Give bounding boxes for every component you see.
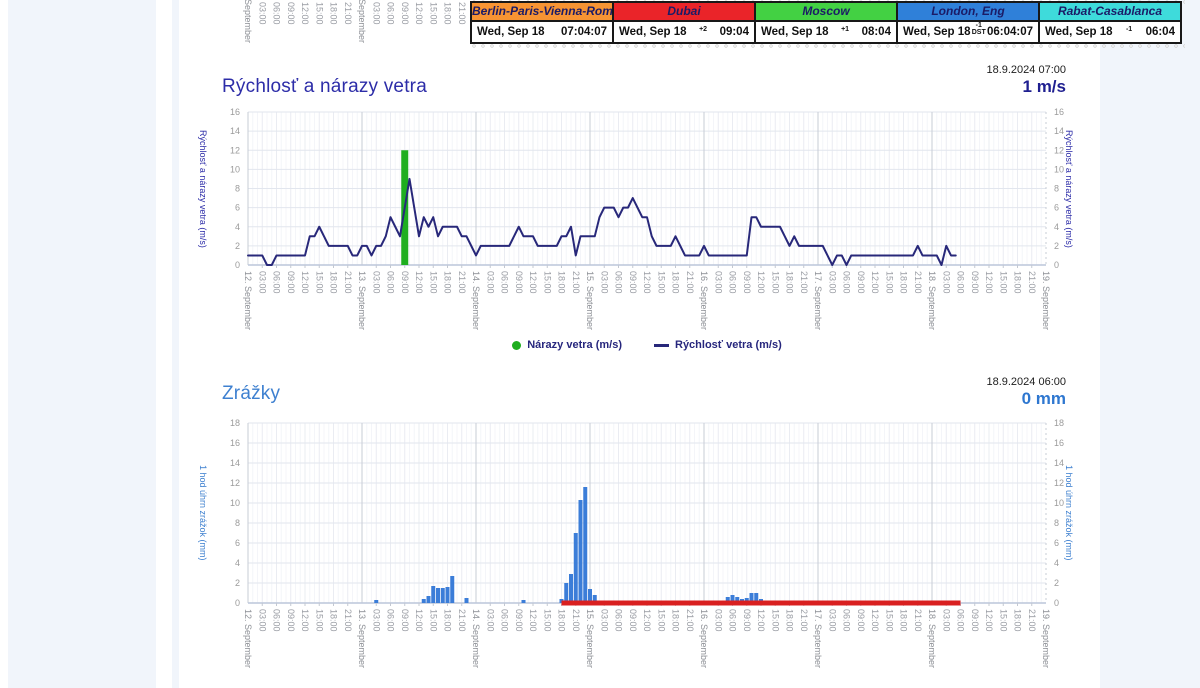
clock-city-time: 07:04:07 (561, 26, 607, 38)
clock-city-name[interactable]: Rabat-Casablanca (1040, 3, 1180, 22)
legend-label: Rýchlosť vetra (m/s) (675, 339, 782, 351)
svg-text:0: 0 (235, 598, 240, 608)
svg-text:10: 10 (230, 498, 240, 508)
svg-text:18: 18 (230, 418, 240, 428)
clock-city-time: 08:04 (862, 26, 891, 38)
x-axis-hour-label: 18:00 (328, 2, 339, 25)
svg-text:6: 6 (1054, 203, 1059, 213)
clock-city-name[interactable]: Berlin-Paris-Vienna-Roma (472, 3, 612, 22)
speed-legend-marker (654, 344, 669, 347)
svg-text:14: 14 (1054, 458, 1064, 468)
svg-text:14: 14 (1054, 126, 1064, 136)
svg-text:16: 16 (230, 107, 240, 117)
clock-city-column: Berlin-Paris-Vienna-Roma Wed, Sep 18 07:04… (470, 1, 614, 44)
svg-text:0: 0 (1054, 598, 1059, 608)
weather-page: { "world_clock": { "cities": [ {"name":"… (0, 0, 1200, 688)
x-axis-hour-label: 21:00 (456, 2, 467, 25)
svg-text:16: 16 (230, 438, 240, 448)
x-axis-hour-label: 15:00 (313, 2, 324, 25)
clock-city-name[interactable]: London, Eng (898, 3, 1038, 22)
svg-text:0: 0 (235, 260, 240, 270)
x-axis-hour-label: 15:00 (427, 2, 438, 25)
svg-text:16: 16 (1054, 107, 1064, 117)
clock-city-date: Wed, Sep 18 (761, 26, 829, 38)
clock-city-row: Wed, Sep 18 +1 08:04 (756, 22, 896, 42)
x-axis-hour-label: 21:00 (342, 2, 353, 25)
x-axis-hour-label: 09:00 (285, 2, 296, 25)
wind-chart: Rýchlosť a nárazy vetra 18.9.2024 07:00 … (178, 56, 1098, 368)
wind-legend: Nárazy vetra (m/s) Rýchlosť vetra (m/s) (248, 339, 1046, 351)
x-axis-hour-label: 03:00 (256, 2, 267, 25)
x-axis-hour-label: 18:00 (442, 2, 453, 25)
svg-text:10: 10 (1054, 498, 1064, 508)
svg-text:8: 8 (235, 518, 240, 528)
clock-city-offset: +1 (841, 26, 849, 33)
clock-city-time: 09:04 (720, 26, 749, 38)
x-axis-hour-label: 03:00 (370, 2, 381, 25)
x-axis-hour-label: 06:00 (385, 2, 396, 25)
svg-text:14: 14 (230, 126, 240, 136)
clock-city-column: London, EngWed, Sep 18-1DST06:04:07 (896, 1, 1040, 44)
x-axis-hour-label: 09:00 (399, 2, 410, 25)
svg-text:16: 16 (1054, 438, 1064, 448)
clock-city-column: Rabat-Casablanca Wed, Sep 18 -1 06:04 (1038, 1, 1182, 44)
svg-text:2: 2 (235, 578, 240, 588)
clock-widget-bottom-dots (470, 44, 1185, 48)
svg-text:4: 4 (235, 222, 240, 232)
clock-city-row: Wed, Sep 18-1DST06:04:07 (898, 22, 1038, 42)
right-background-band (1100, 0, 1200, 688)
precip-chart: Zrážky 18.9.2024 06:00 0 mm 1 hod úhrn z… (178, 372, 1098, 688)
svg-text:6: 6 (235, 538, 240, 548)
clock-city-date: Wed, Sep 18 (903, 26, 971, 38)
clock-city-time: 06:04:07 (987, 26, 1033, 38)
clock-city-offset: -1 (1126, 26, 1132, 33)
x-axis-hour-label: 06:00 (271, 2, 282, 25)
svg-text:8: 8 (1054, 184, 1059, 194)
legend-item: Nárazy vetra (m/s) (512, 339, 622, 351)
svg-text:4: 4 (1054, 222, 1059, 232)
clock-city-column: Moscow Wed, Sep 18 +1 08:04 (754, 1, 898, 44)
clock-city-name[interactable]: Dubai (614, 3, 754, 22)
clock-city-row: Wed, Sep 18 +2 09:04 (614, 22, 754, 42)
clock-city-date: Wed, Sep 18 (1045, 26, 1113, 38)
clock-city-column: Dubai Wed, Sep 18 +2 09:04 (612, 1, 756, 44)
left-background-band (8, 0, 156, 688)
svg-text:12: 12 (230, 145, 240, 155)
svg-text:2: 2 (235, 241, 240, 251)
clock-city-offset: -1DST (972, 22, 986, 36)
clock-city-offset: +2 (699, 26, 707, 33)
gusts-legend-marker (512, 341, 521, 350)
svg-text:4: 4 (1054, 558, 1059, 568)
svg-text:0: 0 (1054, 260, 1059, 270)
x-axis-hour-label: 12:00 (413, 2, 424, 25)
svg-text:2: 2 (1054, 241, 1059, 251)
legend-item: Rýchlosť vetra (m/s) (654, 339, 782, 351)
svg-text:6: 6 (235, 203, 240, 213)
svg-text:8: 8 (235, 184, 240, 194)
clock-city-row: Wed, Sep 18 07:04:07 (472, 22, 612, 42)
svg-text:2: 2 (1054, 578, 1059, 588)
clock-city-date: Wed, Sep 18 (477, 26, 545, 38)
svg-text:12: 12 (230, 478, 240, 488)
clock-city-date: Wed, Sep 18 (619, 26, 687, 38)
clock-city-time: 06:04 (1146, 26, 1175, 38)
clock-city-name[interactable]: Moscow (756, 3, 896, 22)
clock-city-row: Wed, Sep 18 -1 06:04 (1040, 22, 1180, 42)
wind-plot: 0 0 2 2 4 4 6 6 8 8 10 10 12 12 14 14 16 16 (178, 56, 1098, 368)
x-axis-day-label: 12. September (242, 0, 253, 43)
svg-text:10: 10 (1054, 164, 1064, 174)
svg-text:4: 4 (235, 558, 240, 568)
world-clock: Berlin-Paris-Vienna-Roma Wed, Sep 18 07:04… (470, 1, 1182, 44)
svg-text:10: 10 (230, 164, 240, 174)
svg-text:14: 14 (230, 458, 240, 468)
svg-text:12: 12 (1054, 145, 1064, 155)
precip-plot: 0 0 2 2 4 4 6 6 8 8 10 10 12 12 14 14 16 16 18 18 (178, 372, 1098, 688)
svg-text:12: 12 (1054, 478, 1064, 488)
svg-text:6: 6 (1054, 538, 1059, 548)
x-axis-hour-label: 12:00 (299, 2, 310, 25)
svg-text:18: 18 (1054, 418, 1064, 428)
svg-text:8: 8 (1054, 518, 1059, 528)
x-axis-day-label: 13. September (356, 0, 367, 43)
legend-label: Nárazy vetra (m/s) (527, 339, 622, 351)
